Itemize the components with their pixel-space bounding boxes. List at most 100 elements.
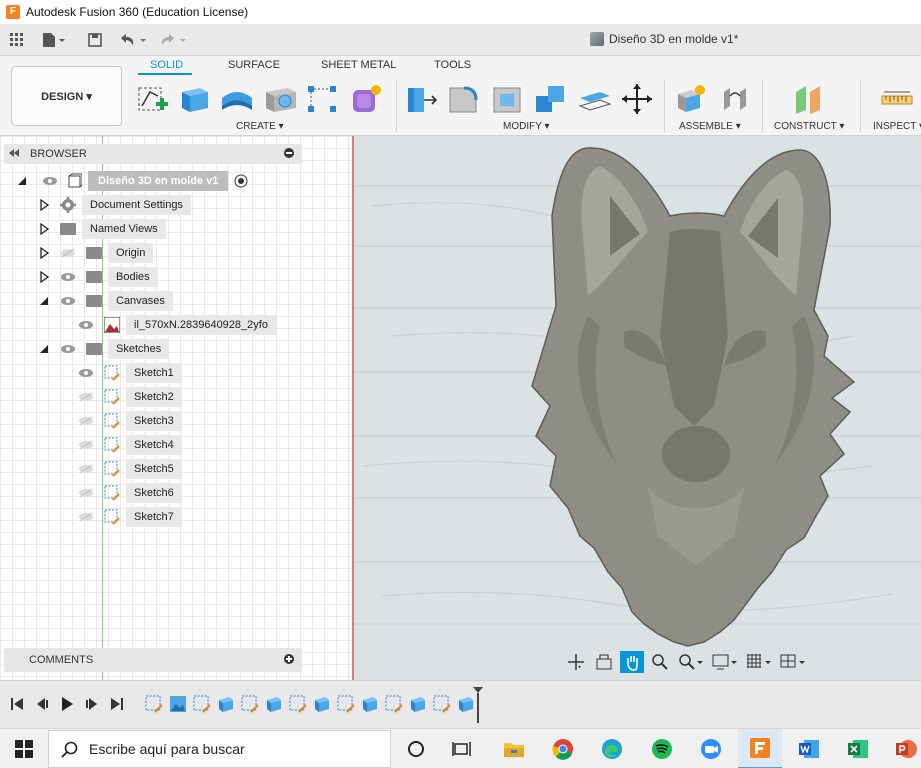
go-to-end-icon[interactable] [108,695,126,713]
step-back-icon[interactable] [33,695,51,713]
grid-menu-icon[interactable] [6,29,28,51]
hidden-eye-icon[interactable] [78,440,94,450]
play-icon[interactable] [58,695,76,713]
minus-circle-icon[interactable] [284,147,294,161]
look-at-icon[interactable] [592,651,616,673]
timeline-extrude-icon[interactable] [409,695,427,713]
expanded-triangle-icon[interactable] [38,343,50,355]
timeline-sketch-icon[interactable] [145,695,163,713]
revolve-icon[interactable] [220,82,254,116]
redo-icon[interactable] [156,29,190,51]
visibility-eye-icon[interactable] [60,272,76,282]
undo-icon[interactable] [116,29,150,51]
word-icon[interactable] [787,729,831,768]
extrude-icon[interactable] [178,82,212,116]
zoom-icon[interactable] [648,651,672,673]
visibility-eye-icon[interactable] [60,296,76,306]
tree-item-sketch[interactable]: Sketch6 [78,483,182,503]
new-component-icon[interactable] [674,82,708,116]
hidden-eye-icon[interactable] [60,248,76,258]
tree-item-canvases[interactable]: Canvases [38,291,173,311]
add-comment-icon[interactable] [284,653,294,667]
workspace-switcher[interactable]: DESIGN ▾ [11,66,122,126]
tree-item-sketch[interactable]: Sketch2 [78,387,182,407]
tree-item-sketches[interactable]: Sketches [38,339,170,359]
offset-face-icon[interactable] [578,82,612,116]
hole-icon[interactable] [264,82,298,116]
collapsed-triangle-icon[interactable] [38,247,50,259]
collapsed-triangle-icon[interactable] [38,271,50,283]
hidden-eye-icon[interactable] [78,416,94,426]
zoom-icon[interactable] [689,729,733,768]
grid-snap-icon[interactable] [744,651,774,673]
tree-item-sketch[interactable]: Sketch1 [78,363,182,383]
fillet-icon[interactable] [446,82,480,116]
tab-tools[interactable]: TOOLS [434,59,471,71]
timeline-sketch-icon[interactable] [385,695,403,713]
collapse-panel-icon[interactable] [8,148,22,161]
create-sketch-icon[interactable] [136,82,170,116]
assemble-group-label[interactable]: ASSEMBLE ▾ [679,121,741,132]
timeline-extrude-icon[interactable] [313,695,331,713]
visibility-eye-icon[interactable] [78,368,94,378]
taskbar-search-box[interactable]: Escribe aquí para buscar [48,730,391,768]
timeline-marker[interactable] [472,687,484,723]
hidden-eye-icon[interactable] [78,488,94,498]
save-icon[interactable] [84,29,106,51]
tab-surface[interactable]: SURFACE [228,59,280,71]
create-group-label[interactable]: CREATE ▾ [236,121,284,132]
timeline-extrude-icon[interactable] [265,695,283,713]
file-icon[interactable] [38,29,70,51]
windows-start-icon[interactable] [2,729,46,768]
viewports-icon[interactable] [778,651,808,673]
viewport-canvas[interactable] [352,136,921,680]
orbit-icon[interactable] [564,651,588,673]
comments-panel-header[interactable]: COMMENTS [4,648,302,672]
tree-item-origin[interactable]: Origin [38,243,154,263]
spotify-icon[interactable] [640,729,684,768]
tab-sheet-metal[interactable]: SHEET METAL [321,59,396,71]
joint-icon[interactable] [718,82,752,116]
browser-root-row[interactable]: Diseño 3D en molde v1 [16,171,248,191]
timeline-sketch-icon[interactable] [241,695,259,713]
tree-item-sketch[interactable]: Sketch7 [78,507,182,527]
timeline-sketch-icon[interactable] [433,695,451,713]
timeline-sketch-icon[interactable] [337,695,355,713]
tree-item-document-settings[interactable]: Document Settings [38,195,191,215]
tree-item-named-views[interactable]: Named Views [38,219,166,239]
move-copy-icon[interactable] [620,82,654,116]
cortana-icon[interactable] [394,729,438,768]
timeline-extrude-icon[interactable] [217,695,235,713]
timeline-sketch-icon[interactable] [289,695,307,713]
visibility-eye-icon[interactable] [42,176,58,186]
tree-item-sketch[interactable]: Sketch3 [78,411,182,431]
powerpoint-icon[interactable] [884,729,921,768]
tab-solid[interactable]: SOLID [150,59,183,71]
go-to-start-icon[interactable] [8,695,26,713]
tree-item-canvas-image[interactable]: il_570xN.2839640928_2yfo [78,315,276,335]
modify-group-label[interactable]: MODIFY ▾ [503,121,550,132]
chrome-icon[interactable] [541,729,585,768]
display-settings-icon[interactable] [710,651,740,673]
inspect-group-label[interactable]: INSPECT ▾ [873,121,921,132]
fit-zoom-icon[interactable] [676,651,706,673]
fusion360-icon[interactable] [738,729,782,768]
tree-item-bodies[interactable]: Bodies [38,267,158,287]
tree-item-sketch[interactable]: Sketch5 [78,459,182,479]
edge-icon[interactable] [590,729,634,768]
collapsed-triangle-icon[interactable] [38,199,50,211]
shell-icon[interactable] [490,82,524,116]
collapsed-triangle-icon[interactable] [38,223,50,235]
hidden-eye-icon[interactable] [78,464,94,474]
hidden-eye-icon[interactable] [78,512,94,522]
hidden-eye-icon[interactable] [78,392,94,402]
excel-icon[interactable] [836,729,880,768]
press-pull-icon[interactable] [404,82,438,116]
timeline-sketch-icon[interactable] [193,695,211,713]
construct-group-label[interactable]: CONSTRUCT ▾ [774,121,844,132]
offset-plane-icon[interactable] [792,82,826,116]
combine-icon[interactable] [534,82,568,116]
file-explorer-icon[interactable] [492,729,536,768]
expanded-triangle-icon[interactable] [16,175,28,187]
expanded-triangle-icon[interactable] [38,295,50,307]
